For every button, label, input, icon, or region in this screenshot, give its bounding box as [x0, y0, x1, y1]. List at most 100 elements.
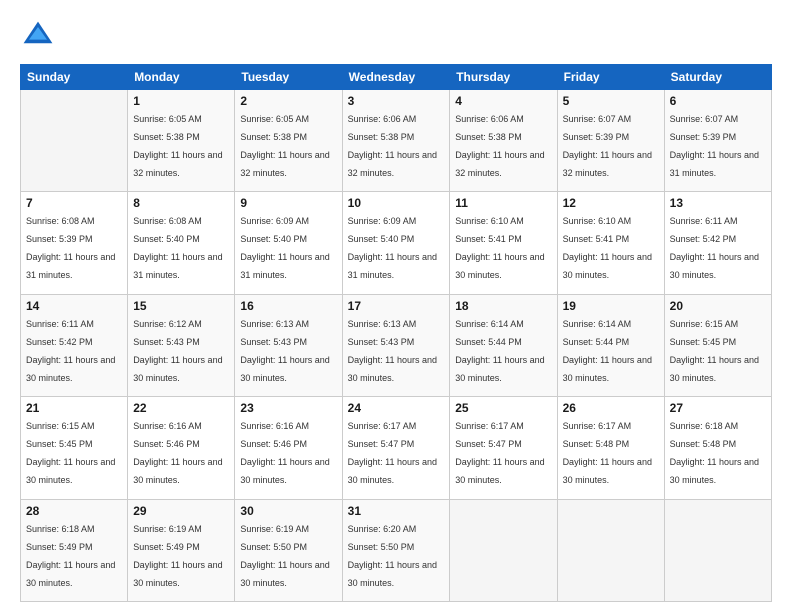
day-number: 15	[133, 299, 229, 313]
day-cell: 14 Sunrise: 6:11 AM Sunset: 5:42 PM Dayli…	[21, 294, 128, 396]
day-info: Sunrise: 6:06 AM Sunset: 5:38 PM Dayligh…	[455, 114, 544, 178]
day-cell: 16 Sunrise: 6:13 AM Sunset: 5:43 PM Dayli…	[235, 294, 342, 396]
header	[20, 18, 772, 54]
day-info: Sunrise: 6:17 AM Sunset: 5:48 PM Dayligh…	[563, 421, 652, 485]
day-number: 11	[455, 196, 551, 210]
day-info: Sunrise: 6:19 AM Sunset: 5:49 PM Dayligh…	[133, 524, 222, 588]
day-cell: 19 Sunrise: 6:14 AM Sunset: 5:44 PM Dayli…	[557, 294, 664, 396]
day-cell: 31 Sunrise: 6:20 AM Sunset: 5:50 PM Dayli…	[342, 499, 450, 601]
day-cell: 26 Sunrise: 6:17 AM Sunset: 5:48 PM Dayli…	[557, 397, 664, 499]
day-cell	[557, 499, 664, 601]
day-number: 6	[670, 94, 766, 108]
day-cell	[664, 499, 771, 601]
day-cell: 12Sunrise: 6:10 AM Sunset: 5:41 PM Dayli…	[557, 192, 664, 294]
day-cell: 23 Sunrise: 6:16 AM Sunset: 5:46 PM Dayli…	[235, 397, 342, 499]
day-header-thursday: Thursday	[450, 65, 557, 90]
day-number: 19	[563, 299, 659, 313]
day-cell: 10 Sunrise: 6:09 AM Sunset: 5:40 PM Dayli…	[342, 192, 450, 294]
week-row-5: 28 Sunrise: 6:18 AM Sunset: 5:49 PM Dayli…	[21, 499, 772, 601]
day-number: 8	[133, 196, 229, 210]
day-number: 25	[455, 401, 551, 415]
day-number: 14	[26, 299, 122, 313]
days-header-row: SundayMondayTuesdayWednesdayThursdayFrid…	[21, 65, 772, 90]
day-number: 22	[133, 401, 229, 415]
day-info: Sunrise: 6:19 AM Sunset: 5:50 PM Dayligh…	[240, 524, 329, 588]
day-number: 23	[240, 401, 336, 415]
calendar-table: SundayMondayTuesdayWednesdayThursdayFrid…	[20, 64, 772, 602]
day-number: 1	[133, 94, 229, 108]
day-header-wednesday: Wednesday	[342, 65, 450, 90]
day-number: 7	[26, 196, 122, 210]
day-cell: 8 Sunrise: 6:08 AM Sunset: 5:40 PM Daylig…	[128, 192, 235, 294]
day-info: Sunrise: 6:16 AM Sunset: 5:46 PM Dayligh…	[133, 421, 222, 485]
page: SundayMondayTuesdayWednesdayThursdayFrid…	[0, 0, 792, 612]
day-number: 26	[563, 401, 659, 415]
day-info: Sunrise: 6:11 AM Sunset: 5:42 PM Dayligh…	[26, 319, 115, 383]
week-row-1: 1 Sunrise: 6:05 AM Sunset: 5:38 PM Daylig…	[21, 90, 772, 192]
day-info: Sunrise: 6:08 AM Sunset: 5:39 PM Dayligh…	[26, 216, 115, 280]
day-info: Sunrise: 6:11 AM Sunset: 5:42 PM Dayligh…	[670, 216, 759, 280]
logo-icon	[20, 18, 56, 54]
day-cell: 6 Sunrise: 6:07 AM Sunset: 5:39 PM Daylig…	[664, 90, 771, 192]
day-info: Sunrise: 6:18 AM Sunset: 5:49 PM Dayligh…	[26, 524, 115, 588]
day-cell: 9 Sunrise: 6:09 AM Sunset: 5:40 PM Daylig…	[235, 192, 342, 294]
day-info: Sunrise: 6:06 AM Sunset: 5:38 PM Dayligh…	[348, 114, 437, 178]
day-info: Sunrise: 6:08 AM Sunset: 5:40 PM Dayligh…	[133, 216, 222, 280]
day-number: 10	[348, 196, 445, 210]
day-info: Sunrise: 6:05 AM Sunset: 5:38 PM Dayligh…	[133, 114, 222, 178]
day-info: Sunrise: 6:05 AM Sunset: 5:38 PM Dayligh…	[240, 114, 329, 178]
day-number: 24	[348, 401, 445, 415]
day-number: 18	[455, 299, 551, 313]
day-info: Sunrise: 6:10 AM Sunset: 5:41 PM Dayligh…	[455, 216, 544, 280]
day-info: Sunrise: 6:13 AM Sunset: 5:43 PM Dayligh…	[240, 319, 329, 383]
day-info: Sunrise: 6:09 AM Sunset: 5:40 PM Dayligh…	[240, 216, 329, 280]
day-header-saturday: Saturday	[664, 65, 771, 90]
day-info: Sunrise: 6:15 AM Sunset: 5:45 PM Dayligh…	[26, 421, 115, 485]
day-cell: 20 Sunrise: 6:15 AM Sunset: 5:45 PM Dayli…	[664, 294, 771, 396]
day-header-monday: Monday	[128, 65, 235, 90]
day-info: Sunrise: 6:15 AM Sunset: 5:45 PM Dayligh…	[670, 319, 759, 383]
day-info: Sunrise: 6:16 AM Sunset: 5:46 PM Dayligh…	[240, 421, 329, 485]
day-cell: 22 Sunrise: 6:16 AM Sunset: 5:46 PM Dayli…	[128, 397, 235, 499]
day-info: Sunrise: 6:07 AM Sunset: 5:39 PM Dayligh…	[670, 114, 759, 178]
day-cell: 30Sunrise: 6:19 AM Sunset: 5:50 PM Dayli…	[235, 499, 342, 601]
day-info: Sunrise: 6:14 AM Sunset: 5:44 PM Dayligh…	[455, 319, 544, 383]
day-info: Sunrise: 6:12 AM Sunset: 5:43 PM Dayligh…	[133, 319, 222, 383]
day-number: 3	[348, 94, 445, 108]
day-number: 9	[240, 196, 336, 210]
day-info: Sunrise: 6:14 AM Sunset: 5:44 PM Dayligh…	[563, 319, 652, 383]
day-cell: 21Sunrise: 6:15 AM Sunset: 5:45 PM Dayli…	[21, 397, 128, 499]
day-cell: 17Sunrise: 6:13 AM Sunset: 5:43 PM Dayli…	[342, 294, 450, 396]
day-cell: 5 Sunrise: 6:07 AM Sunset: 5:39 PM Daylig…	[557, 90, 664, 192]
day-number: 16	[240, 299, 336, 313]
day-info: Sunrise: 6:20 AM Sunset: 5:50 PM Dayligh…	[348, 524, 437, 588]
week-row-3: 14 Sunrise: 6:11 AM Sunset: 5:42 PM Dayli…	[21, 294, 772, 396]
day-info: Sunrise: 6:18 AM Sunset: 5:48 PM Dayligh…	[670, 421, 759, 485]
day-cell: 24Sunrise: 6:17 AM Sunset: 5:47 PM Dayli…	[342, 397, 450, 499]
day-number: 29	[133, 504, 229, 518]
day-cell: 25 Sunrise: 6:17 AM Sunset: 5:47 PM Dayli…	[450, 397, 557, 499]
day-info: Sunrise: 6:13 AM Sunset: 5:43 PM Dayligh…	[348, 319, 437, 383]
day-cell	[21, 90, 128, 192]
day-number: 20	[670, 299, 766, 313]
day-info: Sunrise: 6:17 AM Sunset: 5:47 PM Dayligh…	[455, 421, 544, 485]
day-cell: 4Sunrise: 6:06 AM Sunset: 5:38 PM Daylig…	[450, 90, 557, 192]
day-cell: 13 Sunrise: 6:11 AM Sunset: 5:42 PM Dayli…	[664, 192, 771, 294]
day-cell: 3 Sunrise: 6:06 AM Sunset: 5:38 PM Daylig…	[342, 90, 450, 192]
day-number: 5	[563, 94, 659, 108]
day-info: Sunrise: 6:10 AM Sunset: 5:41 PM Dayligh…	[563, 216, 652, 280]
day-number: 28	[26, 504, 122, 518]
day-header-sunday: Sunday	[21, 65, 128, 90]
day-info: Sunrise: 6:07 AM Sunset: 5:39 PM Dayligh…	[563, 114, 652, 178]
day-cell: 1 Sunrise: 6:05 AM Sunset: 5:38 PM Daylig…	[128, 90, 235, 192]
day-cell: 7 Sunrise: 6:08 AM Sunset: 5:39 PM Daylig…	[21, 192, 128, 294]
day-cell: 2Sunrise: 6:05 AM Sunset: 5:38 PM Daylig…	[235, 90, 342, 192]
day-cell: 18 Sunrise: 6:14 AM Sunset: 5:44 PM Dayli…	[450, 294, 557, 396]
day-cell: 27Sunrise: 6:18 AM Sunset: 5:48 PM Dayli…	[664, 397, 771, 499]
day-number: 31	[348, 504, 445, 518]
day-number: 13	[670, 196, 766, 210]
day-cell: 15 Sunrise: 6:12 AM Sunset: 5:43 PM Dayli…	[128, 294, 235, 396]
day-header-tuesday: Tuesday	[235, 65, 342, 90]
day-info: Sunrise: 6:09 AM Sunset: 5:40 PM Dayligh…	[348, 216, 437, 280]
day-cell	[450, 499, 557, 601]
